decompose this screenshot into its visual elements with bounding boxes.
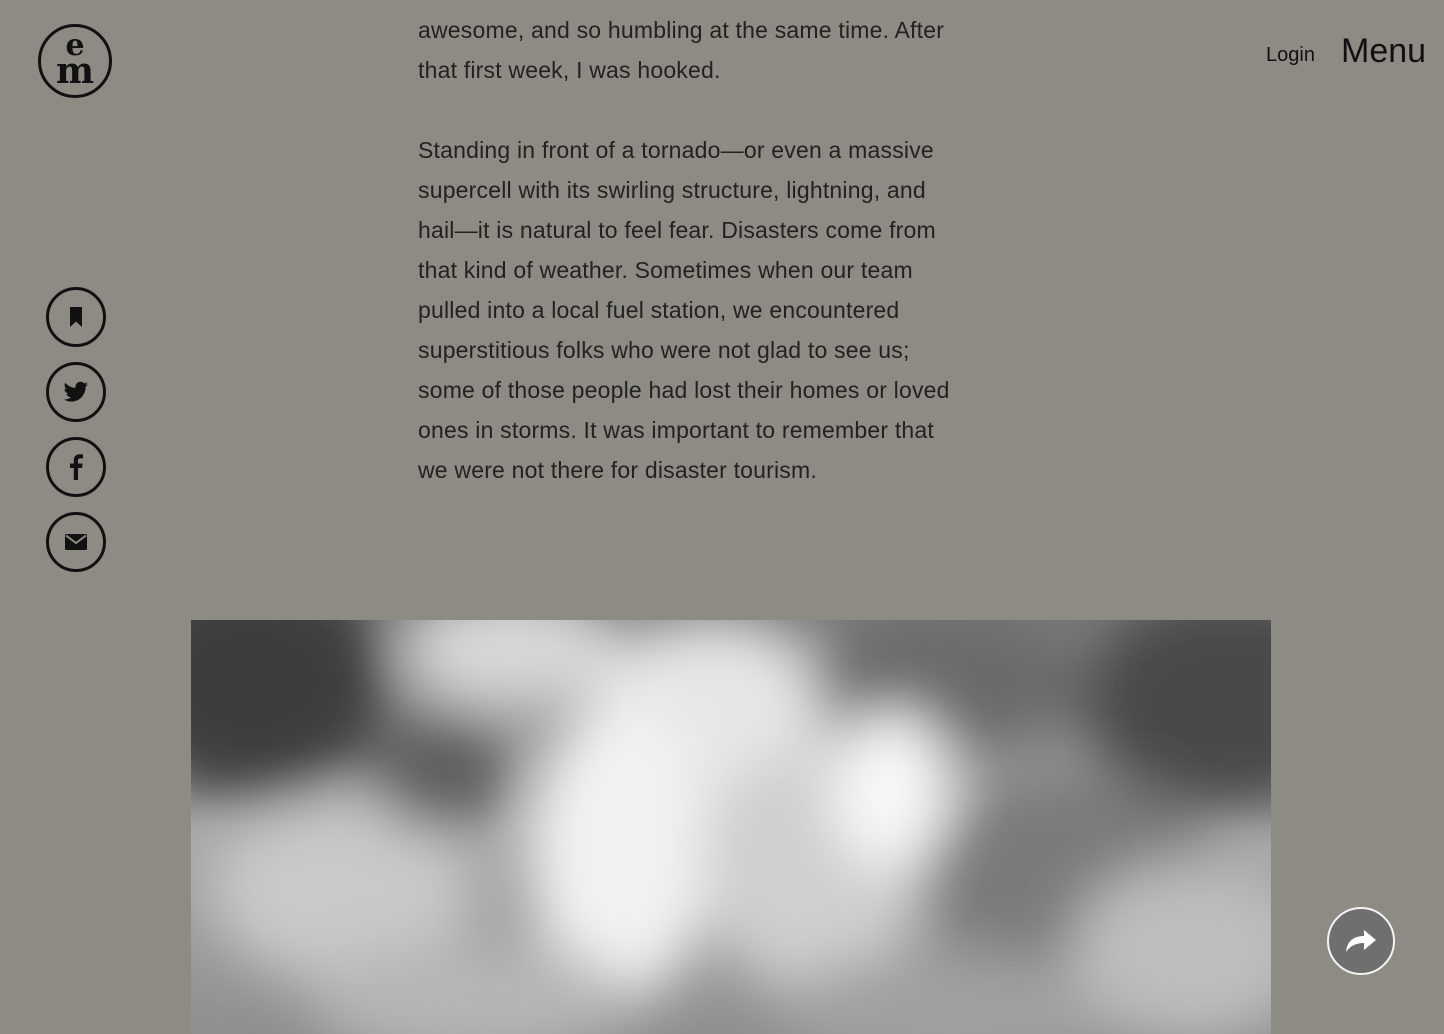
article-paragraph: awesome, and so humbling at the same tim…: [418, 10, 1058, 90]
email-share-button[interactable]: [46, 512, 106, 572]
article-line: pulled into a local fuel station, we enc…: [418, 297, 900, 323]
article-line: Standing in front of a tornado—or even a…: [418, 137, 934, 163]
article-line: awesome, and so humbling at the same tim…: [418, 17, 945, 43]
email-icon: [65, 534, 87, 550]
login-link[interactable]: Login: [1266, 44, 1315, 67]
article-line: ones in storms. It was important to reme…: [418, 417, 934, 443]
article-line: that kind of weather. Sometimes when our…: [418, 257, 913, 283]
article-line: supercell with its swirling structure, l…: [418, 177, 926, 203]
logo-letter-m: m: [55, 50, 95, 92]
article-line: some of those people had lost their home…: [418, 377, 950, 403]
article-page: e m Login Menu awesome, and so humbling …: [0, 0, 1444, 1034]
twitter-icon: [63, 381, 89, 402]
storm-clouds-graphic: [191, 620, 1271, 1034]
twitter-share-button[interactable]: [46, 362, 106, 422]
bookmark-icon: [70, 307, 82, 327]
article-line: superstitious folks who were not glad to…: [418, 337, 910, 363]
article-line: that first week, I was hooked.: [418, 57, 721, 83]
facebook-share-button[interactable]: [46, 437, 106, 497]
storm-clouds-image: [191, 620, 1271, 1034]
bookmark-button[interactable]: [46, 287, 106, 347]
menu-button[interactable]: Menu: [1341, 32, 1426, 71]
article-line: hail—it is natural to feel fear. Disaste…: [418, 217, 936, 243]
share-arrow-icon: [1346, 930, 1376, 952]
article-paragraph: Standing in front of a tornado—or even a…: [418, 130, 1058, 490]
share-arrow-button[interactable]: [1327, 907, 1395, 975]
facebook-icon: [70, 454, 83, 480]
article-line: we were not there for disaster tourism.: [418, 457, 817, 483]
site-logo[interactable]: e m: [38, 24, 112, 98]
